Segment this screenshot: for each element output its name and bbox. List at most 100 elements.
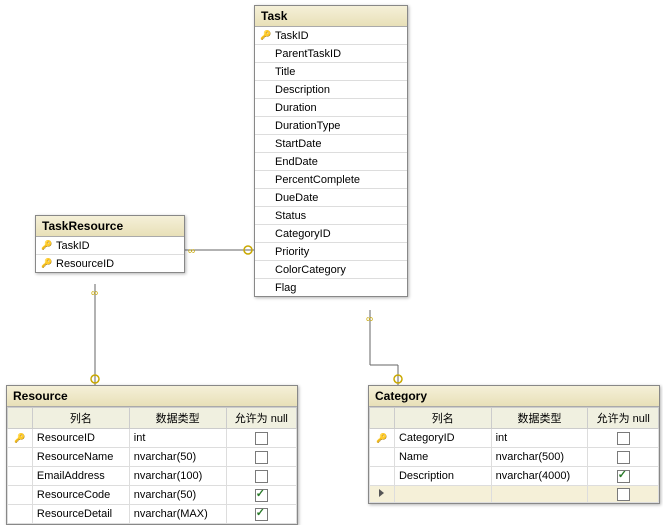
- key-icon: 🔑: [376, 433, 387, 443]
- field-row[interactable]: 🔑ResourceID: [36, 255, 184, 272]
- svg-text:∞: ∞: [188, 246, 195, 257]
- column-nullable: [226, 505, 296, 524]
- field-name: ResourceID: [54, 258, 180, 270]
- key-cell: [8, 486, 33, 505]
- field-name: Status: [273, 210, 403, 222]
- field-name: EndDate: [273, 156, 403, 168]
- column-name: ResourceName: [32, 448, 129, 467]
- column-nullable: [226, 429, 296, 448]
- table-row[interactable]: Descriptionnvarchar(4000): [370, 467, 659, 486]
- key-cell: 🔑: [370, 429, 395, 448]
- field-name: Flag: [273, 282, 403, 294]
- key-cell: [8, 505, 33, 524]
- column-type: nvarchar(MAX): [129, 505, 226, 524]
- field-name: DurationType: [273, 120, 403, 132]
- table-title: Category: [369, 386, 659, 407]
- field-row[interactable]: Title: [255, 63, 407, 81]
- field-row[interactable]: Priority: [255, 243, 407, 261]
- field-row[interactable]: ColorCategory: [255, 261, 407, 279]
- key-icon: 🔑: [259, 30, 273, 41]
- column-type: nvarchar(4000): [491, 467, 588, 486]
- column-name: ResourceCode: [32, 486, 129, 505]
- table-task[interactable]: Task 🔑TaskID ParentTaskID Title Description…: [254, 5, 408, 297]
- field-row[interactable]: ParentTaskID: [255, 45, 407, 63]
- field-name: TaskID: [54, 240, 180, 252]
- checkbox-icon: [255, 508, 268, 521]
- table-row[interactable]: Namenvarchar(500): [370, 448, 659, 467]
- table-title: Task: [255, 6, 407, 27]
- key-cell: [8, 448, 33, 467]
- key-icon: 🔑: [40, 240, 54, 251]
- column-nullable: [588, 467, 659, 486]
- field-name: Duration: [273, 102, 403, 114]
- field-row[interactable]: EndDate: [255, 153, 407, 171]
- column-name: Description: [394, 467, 491, 486]
- column-type: nvarchar(50): [129, 448, 226, 467]
- key-cell: [370, 467, 395, 486]
- checkbox-icon: [255, 451, 268, 464]
- field-row[interactable]: Flag: [255, 279, 407, 296]
- col-header-type: 数据类型: [129, 408, 226, 429]
- field-name: Description: [273, 84, 403, 96]
- column-nullable: [588, 448, 659, 467]
- column-type: int: [491, 429, 588, 448]
- field-row[interactable]: 🔑TaskID: [255, 27, 407, 45]
- checkbox-icon: [255, 470, 268, 483]
- key-cell: 🔑: [8, 429, 33, 448]
- key-icon: 🔑: [40, 258, 54, 269]
- field-row[interactable]: CategoryID: [255, 225, 407, 243]
- table-resource[interactable]: Resource 列名 数据类型 允许为 null 🔑 ResourceIDint…: [6, 385, 298, 525]
- key-cell: [8, 467, 33, 486]
- field-row[interactable]: DurationType: [255, 117, 407, 135]
- checkbox-icon: [617, 470, 630, 483]
- key-icon: 🔑: [14, 433, 25, 443]
- table-category[interactable]: Category 列名 数据类型 允许为 null 🔑 CategoryIDint…: [368, 385, 660, 504]
- col-header-name: 列名: [394, 408, 491, 429]
- field-row[interactable]: Duration: [255, 99, 407, 117]
- row-indicator-icon: [379, 489, 384, 497]
- checkbox-icon: [617, 432, 630, 445]
- col-header-type: 数据类型: [491, 408, 588, 429]
- column-name: Name: [394, 448, 491, 467]
- column-nullable: [226, 467, 296, 486]
- table-title: Resource: [7, 386, 297, 407]
- svg-text:∞: ∞: [91, 288, 98, 299]
- col-header-null: 允许为 null: [226, 408, 296, 429]
- field-name: DueDate: [273, 192, 403, 204]
- field-name: PercentComplete: [273, 174, 403, 186]
- column-name: EmailAddress: [32, 467, 129, 486]
- checkbox-icon: [617, 451, 630, 464]
- field-row[interactable]: Description: [255, 81, 407, 99]
- col-header-null: 允许为 null: [588, 408, 659, 429]
- table-row[interactable]: 🔑 ResourceIDint: [8, 429, 297, 448]
- table-row[interactable]: 🔑 CategoryIDint: [370, 429, 659, 448]
- field-name: Priority: [273, 246, 403, 258]
- column-nullable: [226, 486, 296, 505]
- field-row[interactable]: PercentComplete: [255, 171, 407, 189]
- field-row[interactable]: DueDate: [255, 189, 407, 207]
- checkbox-icon: [255, 432, 268, 445]
- table-title: TaskResource: [36, 216, 184, 237]
- field-name: StartDate: [273, 138, 403, 150]
- column-name: ResourceID: [32, 429, 129, 448]
- column-type: int: [129, 429, 226, 448]
- table-taskresource[interactable]: TaskResource 🔑TaskID🔑ResourceID: [35, 215, 185, 273]
- field-name: Title: [273, 66, 403, 78]
- field-name: ColorCategory: [273, 264, 403, 276]
- col-header-name: 列名: [32, 408, 129, 429]
- field-name: ParentTaskID: [273, 48, 403, 60]
- field-row[interactable]: 🔑TaskID: [36, 237, 184, 255]
- column-name: CategoryID: [394, 429, 491, 448]
- column-name: ResourceDetail: [32, 505, 129, 524]
- column-type: nvarchar(50): [129, 486, 226, 505]
- field-name: CategoryID: [273, 228, 403, 240]
- table-row[interactable]: EmailAddressnvarchar(100): [8, 467, 297, 486]
- svg-text:∞: ∞: [366, 314, 373, 325]
- field-row[interactable]: StartDate: [255, 135, 407, 153]
- table-row[interactable]: ResourceCodenvarchar(50): [8, 486, 297, 505]
- field-row[interactable]: Status: [255, 207, 407, 225]
- column-nullable: [588, 429, 659, 448]
- table-row[interactable]: ResourceNamenvarchar(50): [8, 448, 297, 467]
- table-row[interactable]: ResourceDetailnvarchar(MAX): [8, 505, 297, 524]
- checkbox-icon: [617, 488, 630, 501]
